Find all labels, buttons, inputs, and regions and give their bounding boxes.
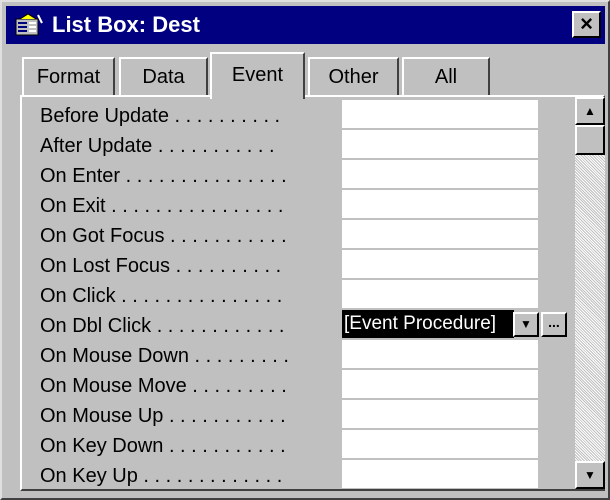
property-row: After Update . . . . . . . . . . . bbox=[22, 130, 582, 160]
property-row: On Key Up . . . . . . . . . . . . . bbox=[22, 460, 582, 490]
property-value-field[interactable] bbox=[342, 430, 538, 458]
arrow-down-icon: ▼ bbox=[584, 468, 596, 482]
tab-data[interactable]: Data bbox=[119, 57, 208, 97]
tab-label: All bbox=[434, 66, 458, 88]
property-label: On Click . . . . . . . . . . . . . . . bbox=[40, 285, 283, 307]
property-value-field[interactable] bbox=[342, 460, 538, 488]
title-bar[interactable]: List Box: Dest × bbox=[6, 6, 605, 44]
tab-label: Data bbox=[142, 66, 185, 88]
tab-label: Event bbox=[231, 64, 284, 86]
property-row: On Mouse Up . . . . . . . . . . . bbox=[22, 400, 582, 430]
tab-label: Other bbox=[328, 66, 379, 88]
arrow-up-icon: ▲ bbox=[584, 104, 596, 118]
property-row: On Exit . . . . . . . . . . . . . . . . bbox=[22, 190, 582, 220]
property-row: On Enter . . . . . . . . . . . . . . . bbox=[22, 160, 582, 190]
property-row: Before Update . . . . . . . . . . bbox=[22, 100, 582, 130]
property-label: On Mouse Move . . . . . . . . . bbox=[40, 375, 287, 397]
property-label: On Mouse Up . . . . . . . . . . . bbox=[40, 405, 286, 427]
property-label: On Enter . . . . . . . . . . . . . . . bbox=[40, 165, 287, 187]
tab-other[interactable]: Other bbox=[308, 57, 399, 97]
property-row: On Got Focus . . . . . . . . . . . bbox=[22, 220, 582, 250]
scroll-thumb[interactable] bbox=[575, 125, 605, 155]
close-button[interactable]: × bbox=[572, 11, 601, 38]
scroll-up-button[interactable]: ▲ bbox=[575, 97, 605, 125]
property-label: On Lost Focus . . . . . . . . . . bbox=[40, 255, 282, 277]
property-label: On Exit . . . . . . . . . . . . . . . . bbox=[40, 195, 284, 217]
property-label: On Got Focus . . . . . . . . . . . bbox=[40, 225, 287, 247]
property-value-field[interactable] bbox=[342, 130, 538, 158]
tab-label: Format bbox=[36, 66, 101, 88]
property-sheet-window: List Box: Dest × Format Data Event Other All… bbox=[0, 0, 610, 500]
properties-panel: Before Update . . . . . . . . . . After U… bbox=[20, 95, 605, 491]
property-value-field[interactable] bbox=[342, 190, 538, 218]
property-value-field[interactable] bbox=[342, 400, 538, 428]
property-value-field[interactable] bbox=[342, 220, 538, 248]
ellipsis-icon: ... bbox=[548, 314, 560, 330]
property-sheet-icon bbox=[14, 13, 44, 37]
property-row: On Click . . . . . . . . . . . . . . . bbox=[22, 280, 582, 310]
dropdown-button[interactable]: ▼ bbox=[513, 312, 539, 337]
property-label: Before Update . . . . . . . . . . bbox=[40, 105, 281, 127]
tab-all[interactable]: All bbox=[402, 57, 490, 97]
property-value-field[interactable] bbox=[342, 250, 538, 278]
property-row: On Mouse Down . . . . . . . . . bbox=[22, 340, 582, 370]
property-row: On Lost Focus . . . . . . . . . . bbox=[22, 250, 582, 280]
property-value-field[interactable] bbox=[342, 160, 538, 188]
close-icon: × bbox=[580, 11, 593, 36]
chevron-down-icon: ▼ bbox=[520, 317, 532, 331]
property-row: On Dbl Click . . . . . . . . . . . . [Eve… bbox=[22, 310, 582, 340]
property-value-field[interactable] bbox=[342, 340, 538, 368]
property-label: After Update . . . . . . . . . . . bbox=[40, 135, 275, 157]
property-value-field[interactable]: [Event Procedure] bbox=[342, 310, 514, 338]
property-row: On Key Down . . . . . . . . . . . bbox=[22, 430, 582, 460]
property-label: On Mouse Down . . . . . . . . . bbox=[40, 345, 289, 367]
build-button[interactable]: ... bbox=[541, 312, 567, 337]
property-value-field[interactable] bbox=[342, 280, 538, 308]
scroll-down-button[interactable]: ▼ bbox=[575, 461, 605, 489]
property-value-field[interactable] bbox=[342, 100, 538, 128]
property-label: On Key Down . . . . . . . . . . . bbox=[40, 435, 286, 457]
property-row: On Mouse Move . . . . . . . . . bbox=[22, 370, 582, 400]
property-value-field[interactable] bbox=[342, 370, 538, 398]
property-label: On Dbl Click . . . . . . . . . . . . bbox=[40, 315, 285, 337]
property-label: On Key Up . . . . . . . . . . . . . bbox=[40, 465, 283, 487]
vertical-scrollbar[interactable]: ▲ ▼ bbox=[575, 97, 605, 489]
window-title: List Box: Dest bbox=[52, 12, 200, 37]
tab-format[interactable]: Format bbox=[22, 57, 115, 97]
tab-event[interactable]: Event bbox=[210, 52, 305, 99]
